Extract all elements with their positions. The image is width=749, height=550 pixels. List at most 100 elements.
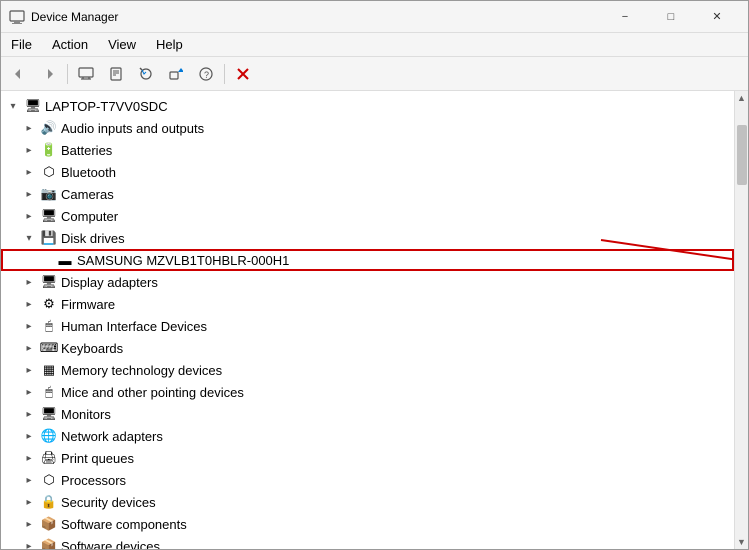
expand-processors[interactable]: ▸ <box>21 472 37 488</box>
label-display: Display adapters <box>61 275 158 290</box>
title-bar: Device Manager − □ ✕ <box>1 1 748 33</box>
label-keyboards: Keyboards <box>61 341 123 356</box>
software-icon: 📦 <box>40 537 58 549</box>
tree-item-cameras[interactable]: ▸📷Cameras <box>1 183 734 205</box>
tree-item-batteries[interactable]: ▸🔋Batteries <box>1 139 734 161</box>
scan-button[interactable] <box>132 61 160 87</box>
tree-item-bluetooth[interactable]: ▸⬡Bluetooth <box>1 161 734 183</box>
expand-mice[interactable]: ▸ <box>21 384 37 400</box>
help-button[interactable]: ? <box>192 61 220 87</box>
expand-hid[interactable]: ▸ <box>21 318 37 334</box>
computer-icon <box>24 97 42 115</box>
tree-item-sw-devices[interactable]: ▸📦Software devices <box>1 535 734 549</box>
label-cameras: Cameras <box>61 187 114 202</box>
tree-item-computer[interactable]: ▸🖥Computer <box>1 205 734 227</box>
menu-view[interactable]: View <box>98 33 146 56</box>
menu-file[interactable]: File <box>1 33 42 56</box>
battery-icon: 🔋 <box>40 141 58 159</box>
expand-network[interactable]: ▸ <box>21 428 37 444</box>
camera-icon: 📷 <box>40 185 58 203</box>
minimize-button[interactable]: − <box>602 1 648 33</box>
toolbar-sep-1 <box>67 64 68 84</box>
label-bluetooth: Bluetooth <box>61 165 116 180</box>
label-monitors: Monitors <box>61 407 111 422</box>
computer-button[interactable] <box>72 61 100 87</box>
expand-print[interactable]: ▸ <box>21 450 37 466</box>
label-hid: Human Interface Devices <box>61 319 207 334</box>
close-button[interactable]: ✕ <box>694 1 740 33</box>
label-firmware: Firmware <box>61 297 115 312</box>
display-icon: 🖥 <box>40 273 58 291</box>
expand-cameras[interactable]: ▸ <box>21 186 37 202</box>
expand-audio[interactable]: ▸ <box>21 120 37 136</box>
tree-item-display[interactable]: ▸🖥Display adapters <box>1 271 734 293</box>
label-sw-components: Software components <box>61 517 187 532</box>
toolbar-sep-2 <box>224 64 225 84</box>
expand-disk-drives[interactable]: ▾ <box>21 230 37 246</box>
expand-firmware[interactable]: ▸ <box>21 296 37 312</box>
expand-monitors[interactable]: ▸ <box>21 406 37 422</box>
scroll-thumb[interactable] <box>737 125 747 185</box>
bluetooth-icon: ⬡ <box>40 163 58 181</box>
expand-batteries[interactable]: ▸ <box>21 142 37 158</box>
tree-root[interactable]: ▾ LAPTOP-T7VV0SDC <box>1 95 734 117</box>
expand-sw-components[interactable]: ▸ <box>21 516 37 532</box>
tree-item-memory[interactable]: ▸▦Memory technology devices <box>1 359 734 381</box>
keyboard-icon: ⌨ <box>40 339 58 357</box>
tree-item-monitors[interactable]: ▸🖥Monitors <box>1 403 734 425</box>
memory-icon: ▦ <box>40 361 58 379</box>
svg-text:?: ? <box>204 70 209 80</box>
device-manager-window: Device Manager − □ ✕ File Action View He… <box>0 0 749 550</box>
tree-item-network[interactable]: ▸🌐Network adapters <box>1 425 734 447</box>
monitor-icon: 🖥 <box>40 405 58 423</box>
maximize-button[interactable]: □ <box>648 1 694 33</box>
menu-action[interactable]: Action <box>42 33 98 56</box>
expand-keyboards[interactable]: ▸ <box>21 340 37 356</box>
toolbar: ? <box>1 57 748 91</box>
mice-icon: 🖱 <box>40 383 58 401</box>
fw-icon: ⚙ <box>40 295 58 313</box>
back-button[interactable] <box>5 61 33 87</box>
security-icon: 🔒 <box>40 493 58 511</box>
label-audio: Audio inputs and outputs <box>61 121 204 136</box>
expand-sw-devices[interactable]: ▸ <box>21 538 37 549</box>
app-icon <box>9 9 25 25</box>
expand-memory[interactable]: ▸ <box>21 362 37 378</box>
tree-item-keyboards[interactable]: ▸⌨Keyboards <box>1 337 734 359</box>
hid-icon: 🖱 <box>40 317 58 335</box>
expand-display[interactable]: ▸ <box>21 274 37 290</box>
expand-samsung[interactable] <box>37 252 53 268</box>
tree-item-print[interactable]: ▸🖨Print queues <box>1 447 734 469</box>
menu-bar: File Action View Help <box>1 33 748 57</box>
tree-item-mice[interactable]: ▸🖱Mice and other pointing devices <box>1 381 734 403</box>
label-memory: Memory technology devices <box>61 363 222 378</box>
label-computer: Computer <box>61 209 118 224</box>
tree-item-disk-drives[interactable]: ▾💾Disk drives <box>1 227 734 249</box>
cpu-icon: ⬡ <box>40 471 58 489</box>
tree-item-sw-components[interactable]: ▸📦Software components <box>1 513 734 535</box>
tree-item-processors[interactable]: ▸⬡Processors <box>1 469 734 491</box>
scrollbar-vertical[interactable]: ▲ ▼ <box>734 91 748 549</box>
tree-item-hid[interactable]: ▸🖱Human Interface Devices <box>1 315 734 337</box>
print-icon: 🖨 <box>40 449 58 467</box>
label-sw-devices: Software devices <box>61 539 160 550</box>
delete-button[interactable] <box>229 61 257 87</box>
tree-item-samsung[interactable]: ▬SAMSUNG MZVLB1T0HBLR-000H1 <box>1 249 734 271</box>
update-button[interactable] <box>162 61 190 87</box>
label-security: Security devices <box>61 495 156 510</box>
expand-computer[interactable]: ▸ <box>21 208 37 224</box>
window-controls: − □ ✕ <box>602 1 740 33</box>
tree-item-audio[interactable]: ▸🔊Audio inputs and outputs <box>1 117 734 139</box>
software-icon: 📦 <box>40 515 58 533</box>
expand-bluetooth[interactable]: ▸ <box>21 164 37 180</box>
properties-button[interactable] <box>102 61 130 87</box>
tree-panel[interactable]: ▾ LAPTOP-T7VV0SDC ▸🔊Audio inputs and out… <box>1 91 734 549</box>
expand-security[interactable]: ▸ <box>21 494 37 510</box>
root-expand[interactable]: ▾ <box>5 98 21 114</box>
tree-item-security[interactable]: ▸🔒Security devices <box>1 491 734 513</box>
root-label: LAPTOP-T7VV0SDC <box>45 99 168 114</box>
network-icon: 🌐 <box>40 427 58 445</box>
menu-help[interactable]: Help <box>146 33 193 56</box>
tree-item-firmware[interactable]: ▸⚙Firmware <box>1 293 734 315</box>
forward-button[interactable] <box>35 61 63 87</box>
